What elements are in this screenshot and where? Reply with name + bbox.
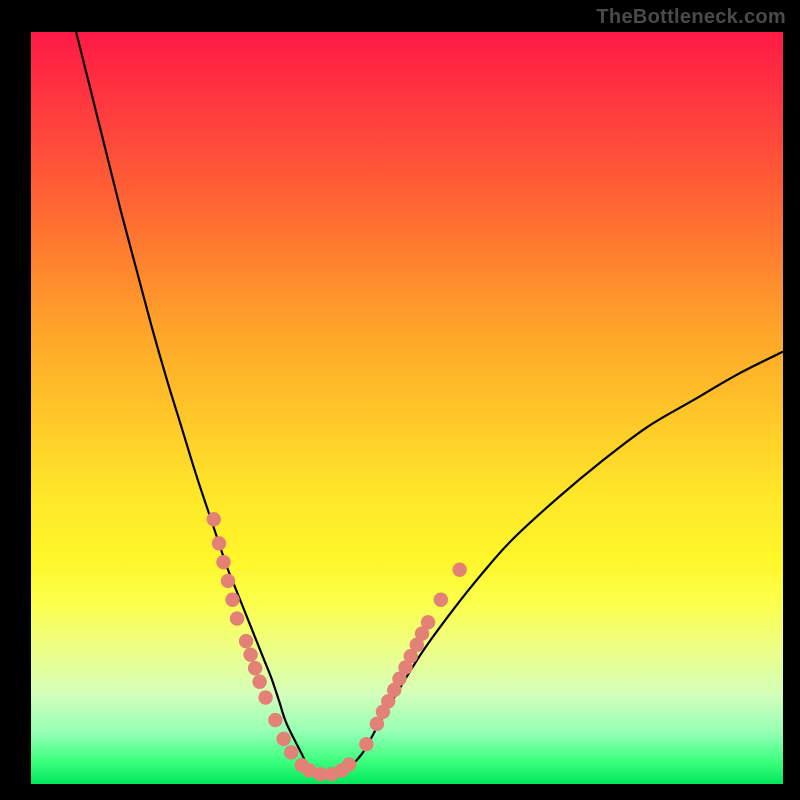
curve-marker [212,536,226,550]
curve-markers [207,512,467,781]
curve-marker [421,615,435,629]
curve-marker [342,757,356,771]
curve-marker [207,512,221,526]
chart-frame: TheBottleneck.com [0,0,800,800]
curve-marker [284,745,298,759]
curve-marker [452,562,466,576]
curve-marker [243,647,257,661]
curve-marker [268,713,282,727]
plot-area [31,32,783,784]
chart-svg [31,32,783,784]
curve-marker [221,574,235,588]
curve-marker [248,661,262,675]
watermark-text: TheBottleneck.com [596,6,786,29]
bottleneck-curve [76,32,783,777]
curve-marker [276,732,290,746]
curve-marker [434,593,448,607]
curve-marker [252,675,266,689]
curve-marker [359,737,373,751]
curve-marker [239,634,253,648]
curve-marker [225,593,239,607]
curve-marker [230,611,244,625]
curve-marker [258,690,272,704]
curve-marker [216,555,230,569]
